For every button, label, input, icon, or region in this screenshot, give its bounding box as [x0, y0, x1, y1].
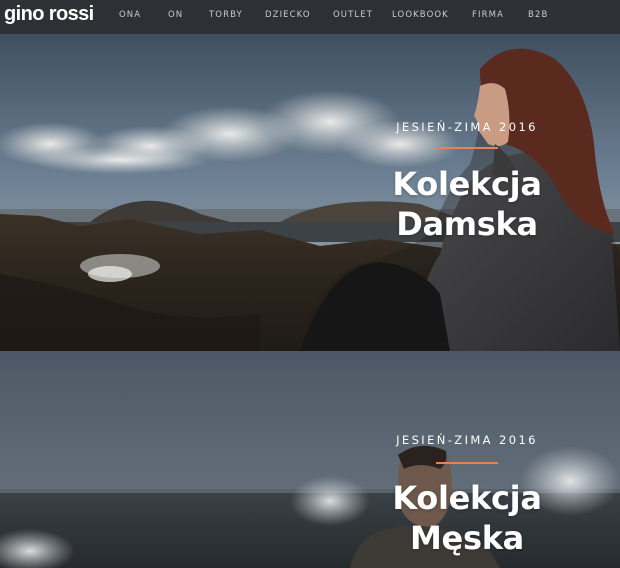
collection-title-line1: Kolekcja [392, 479, 542, 517]
nav-item-ona[interactable]: ONA [119, 9, 141, 21]
season-label: JESIEŃ-ZIMA 2016 [396, 120, 538, 134]
nav-item-lookbook[interactable]: LOOKBOOK [392, 9, 449, 21]
collection-title[interactable]: Kolekcja Męska [392, 478, 542, 558]
nav-item-on[interactable]: ON [168, 9, 183, 21]
accent-divider [436, 147, 498, 149]
season-label: JESIEŃ-ZIMA 2016 [396, 433, 538, 447]
nav-item-outlet[interactable]: OUTLET [333, 9, 373, 21]
nav-item-b2b[interactable]: B2B [528, 9, 548, 21]
nav-item-torby[interactable]: TORBY [209, 9, 243, 21]
top-navigation-bar: gino rossi ONA ON TORBY DZIECKO OUTLET L… [0, 0, 620, 34]
nav-item-dziecko[interactable]: DZIECKO [265, 9, 311, 21]
collection-title-line2: Męska [410, 519, 524, 557]
collection-title-line1: Kolekcja [392, 165, 542, 203]
collection-title[interactable]: Kolekcja Damska [392, 164, 542, 244]
main-nav: ONA ON TORBY DZIECKO OUTLET LOOKBOOK FIR… [0, 0, 620, 34]
womens-collection-banner[interactable]: JESIEŃ-ZIMA 2016 Kolekcja Damska [0, 34, 620, 351]
nav-item-firma[interactable]: FIRMA [472, 9, 504, 21]
collection-title-line2: Damska [396, 205, 538, 243]
mens-collection-banner[interactable]: JESIEŃ-ZIMA 2016 Kolekcja Męska [0, 351, 620, 568]
accent-divider [436, 462, 498, 464]
